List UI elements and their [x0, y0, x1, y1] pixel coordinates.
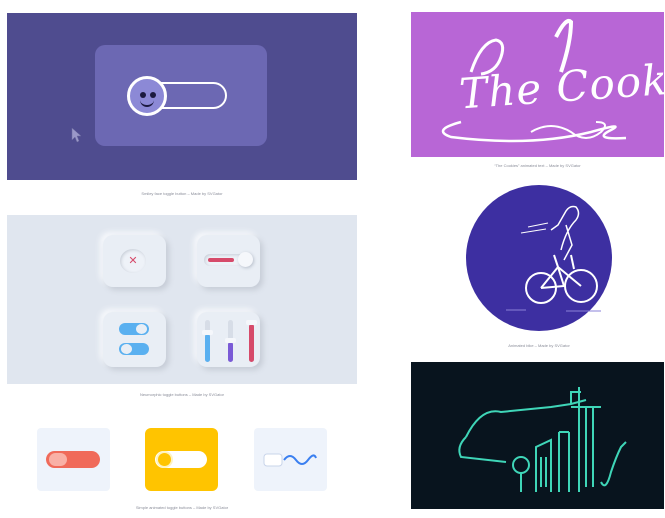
caption-neumorphic: Neumorphic toggle buttons – Made by SVGa…	[139, 392, 225, 397]
red-toggle[interactable]	[46, 451, 100, 468]
caption-bike: Animated bike – Made by SVGator	[508, 343, 570, 348]
switch-off[interactable]	[119, 343, 149, 355]
eq-slider-2[interactable]	[225, 320, 236, 362]
cyclist-icon	[506, 205, 601, 312]
bike-preview[interactable]	[466, 185, 612, 331]
mouse-cursor-icon	[71, 127, 82, 143]
eq-slider-3[interactable]	[246, 320, 257, 362]
close-button[interactable]: ✕	[120, 249, 146, 273]
eq-slider-1[interactable]	[202, 320, 213, 362]
wave-toggle[interactable]	[262, 448, 318, 472]
city-line-art	[458, 387, 627, 492]
caption-smiley: Smiley face toggle button – Made by SVGa…	[141, 191, 223, 196]
sun-icon	[158, 453, 171, 466]
switches-tile	[103, 312, 166, 367]
caption-cookies: “The Cookies” animated text – Made by SV…	[494, 163, 581, 168]
smiley-knob-icon[interactable]	[127, 76, 167, 116]
switch-on[interactable]	[119, 323, 149, 335]
slider-toggle[interactable]	[204, 252, 253, 267]
sun-toggle[interactable]	[155, 451, 207, 468]
cookies-preview[interactable]: The Cookies	[411, 12, 664, 157]
neumorphic-preview[interactable]: ✕	[7, 215, 357, 384]
city-preview[interactable]	[411, 362, 664, 509]
caption-simple: Simple animated toggle buttons – Made by…	[135, 505, 229, 510]
smiley-toggle-preview[interactable]	[7, 13, 357, 180]
